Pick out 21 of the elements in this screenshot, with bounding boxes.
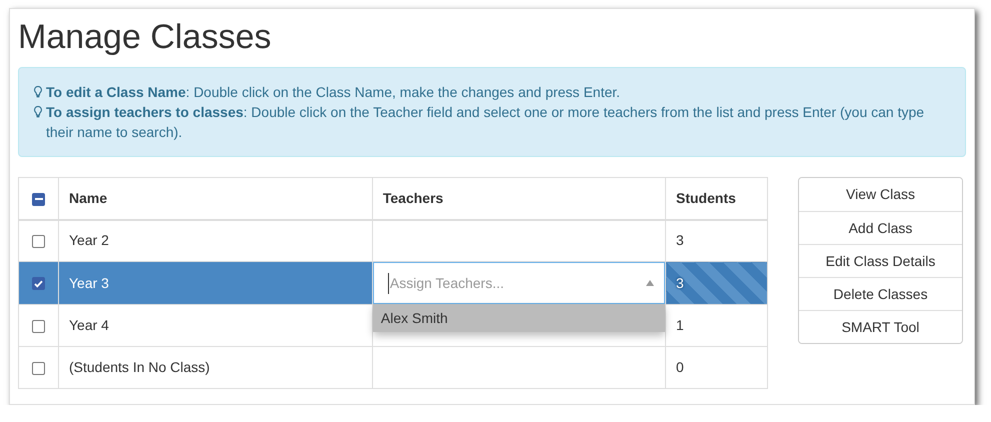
table-cell: Year 3 [58,262,372,304]
page-title: Manage Classes [18,17,272,57]
tip-text: To assign teachers to classes: Double click on the Teacher field and select one or more teachers from the list and press Enter (you can type their name to search). [46,103,926,142]
action-button[interactable]: SMART Tool [799,310,962,343]
lightbulb-icon [34,86,42,98]
caret-icon [646,280,654,286]
column-header: Name [58,178,372,220]
table-cell: 1 [666,304,768,346]
column-header: Teachers [372,178,666,220]
checkbox[interactable] [32,235,45,248]
tip-text: To edit a Class Name: Double click on the Class Name, make the changes and press Enter. [46,83,620,102]
table-cell: (Students In No Class) [58,346,372,388]
column-header: Students [666,178,768,220]
checkbox[interactable] [32,277,45,290]
checkbox[interactable] [32,192,45,206]
lightbulb-icon [34,106,42,118]
dropdown-option[interactable]: Alex Smith [372,304,665,332]
checkbox[interactable] [32,362,45,375]
table-cell: Year 4 [58,304,372,346]
table-cell: 0 [666,346,768,388]
checkbox[interactable] [32,320,45,333]
